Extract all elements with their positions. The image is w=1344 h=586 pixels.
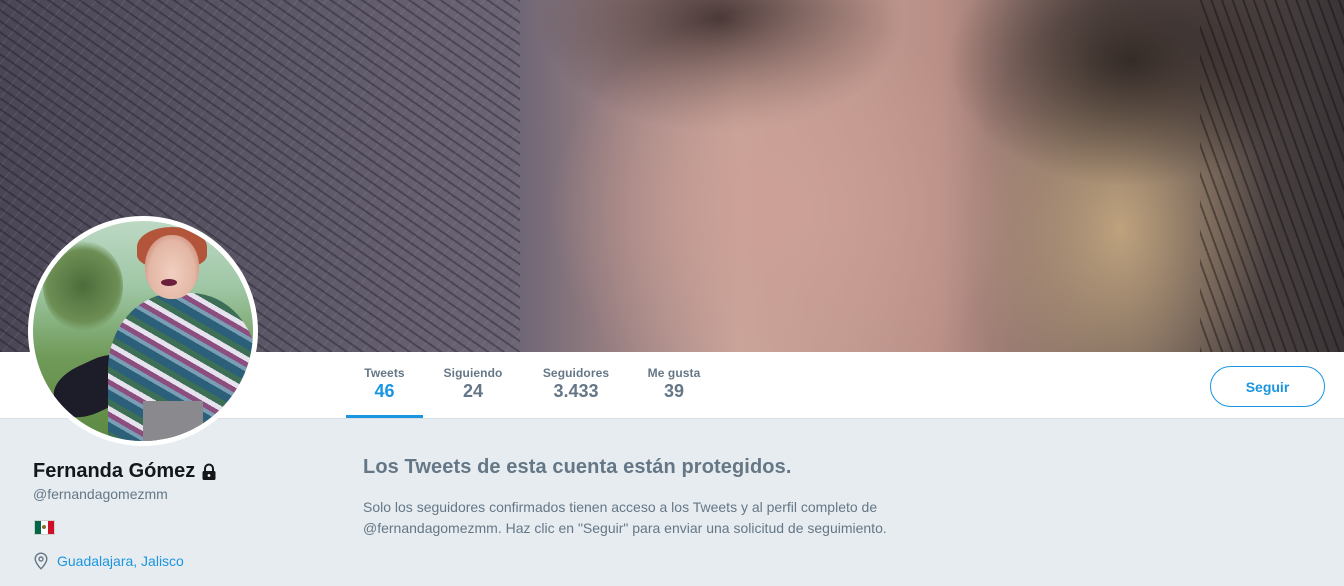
profile-sidebar: Fernanda Gómez @fernandagomezmm Guadalaj… — [33, 458, 323, 570]
stat-followers-value: 3.433 — [553, 381, 599, 401]
mexico-flag-icon — [34, 520, 55, 535]
protected-tweets-title: Los Tweets de esta cuenta están protegid… — [363, 456, 792, 478]
protected-message-line: Solo los seguidores confirmados tienen a… — [363, 499, 878, 515]
avatar[interactable] — [28, 216, 258, 446]
avatar-lips — [161, 279, 177, 286]
protected-tweets-message: Solo los seguidores confirmados tienen a… — [363, 497, 983, 539]
stat-likes-label: Me gusta — [647, 366, 701, 380]
protected-message-line: @fernandagomezmm. Haz clic en "Seguir" p… — [363, 520, 887, 536]
profile-name[interactable]: Fernanda Gómez — [33, 460, 195, 483]
stat-tweets-label: Tweets — [364, 366, 405, 380]
lock-icon — [202, 463, 216, 480]
location-pin-icon — [34, 552, 48, 570]
stat-tweets[interactable]: Tweets 46 — [346, 352, 423, 418]
banner-texture-right — [1200, 0, 1344, 352]
stat-following[interactable]: Siguiendo 24 — [436, 352, 510, 418]
stat-following-value: 24 — [462, 381, 484, 401]
avatar-photo — [33, 221, 253, 441]
stat-followers-label: Seguidores — [542, 366, 610, 380]
stat-likes-value: 39 — [663, 381, 685, 401]
name-row: Fernanda Gómez — [33, 458, 323, 484]
location-row: Guadalajara, Jalisco — [33, 552, 323, 570]
stat-followers[interactable]: Seguidores 3.433 — [536, 352, 616, 418]
avatar-tree — [43, 241, 123, 331]
stat-following-label: Siguiendo — [443, 366, 503, 380]
profile-handle[interactable]: @fernandagomezmm — [33, 486, 323, 502]
avatar-skirt — [143, 401, 203, 441]
follow-button[interactable]: Seguir — [1210, 366, 1325, 407]
profile-location[interactable]: Guadalajara, Jalisco — [57, 553, 184, 569]
stat-likes[interactable]: Me gusta 39 — [640, 352, 708, 418]
stat-tweets-value: 46 — [374, 381, 395, 401]
avatar-face — [145, 235, 199, 299]
